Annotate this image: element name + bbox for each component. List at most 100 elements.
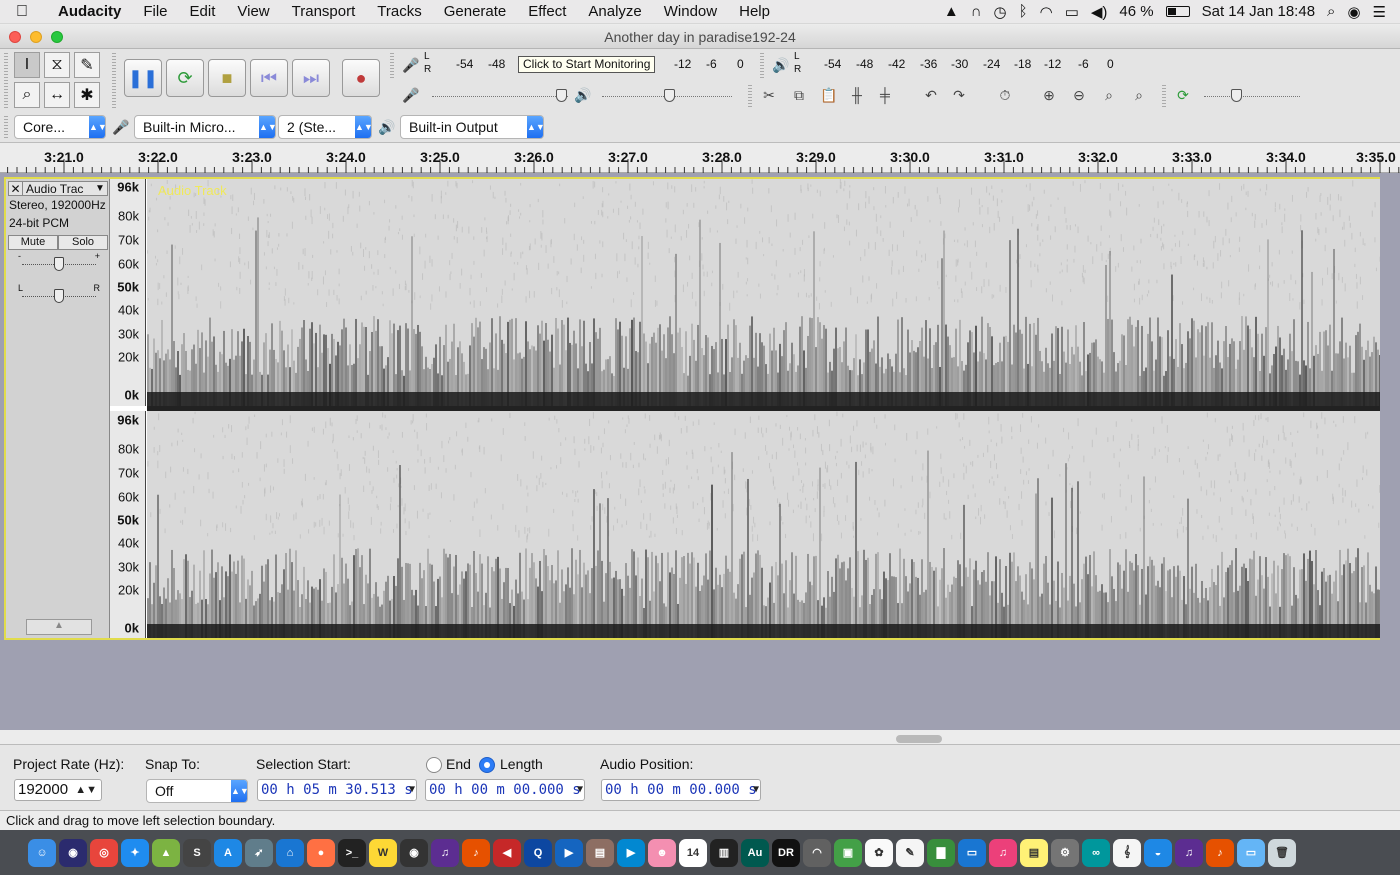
menu-generate[interactable]: Generate <box>433 3 518 20</box>
dock-ghost-icon[interactable]: ◠ <box>803 838 831 867</box>
menu-analyze[interactable]: Analyze <box>577 3 652 20</box>
window-zoom-button[interactable] <box>51 31 63 43</box>
playback-meter-grip[interactable] <box>760 53 764 79</box>
horizontal-scrollbar-thumb[interactable] <box>896 735 942 743</box>
record-button[interactable]: ● <box>342 59 380 97</box>
zoom-out-icon[interactable]: ⊖ <box>1066 83 1092 107</box>
track-close-icon[interactable]: ✕ <box>9 181 23 196</box>
menu-file[interactable]: File <box>132 3 178 20</box>
sync-lock-icon[interactable]: ⏱ <box>992 83 1018 107</box>
app-menu[interactable]: Audacity <box>44 3 132 20</box>
dock-keynote-icon[interactable]: ▭ <box>958 838 986 867</box>
play-at-speed-icon[interactable]: ⟳ <box>1170 83 1196 107</box>
time-machine-icon[interactable]: ◷ <box>993 3 1006 21</box>
envelope-tool-icon[interactable]: ⧖ <box>44 52 70 78</box>
paste-icon[interactable]: 📋 <box>816 83 842 107</box>
end-label[interactable]: End <box>446 756 471 772</box>
record-meter-grip[interactable] <box>390 53 394 79</box>
dock-face-icon[interactable]: ☻ <box>648 838 676 867</box>
dock-piano-icon[interactable]: ▥ <box>710 838 738 867</box>
length-label[interactable]: Length <box>500 756 543 772</box>
selection-length-time[interactable]: 00 h 00 m 00.000 s ▼ <box>425 779 585 801</box>
menu-window[interactable]: Window <box>653 3 728 20</box>
time-shift-tool-icon[interactable]: ↔ <box>44 82 70 108</box>
dock-notes-app-icon[interactable]: W <box>369 838 397 867</box>
track-name-bar[interactable]: ✕ Audio Trac ▼ <box>8 181 108 196</box>
volume-icon[interactable]: ◀) <box>1091 3 1108 21</box>
track-collapse-button[interactable]: ▲ <box>26 619 92 635</box>
dock-sys-prefs-icon[interactable]: ⚙ <box>1051 838 1079 867</box>
battery-icon[interactable] <box>1165 6 1190 17</box>
dock-audacity-icon[interactable]: ♪ <box>462 838 490 867</box>
input-volume-thumb[interactable] <box>556 89 567 102</box>
dock-musescore-icon[interactable]: 𝄞 <box>1113 838 1141 867</box>
project-rate-combo[interactable]: 192000 ▲▼ <box>14 779 102 801</box>
dock-photos-icon[interactable]: ✿ <box>865 838 893 867</box>
tools-toolbar-grip[interactable] <box>4 53 8 109</box>
status-alert-icon[interactable]: ▲ <box>944 3 959 20</box>
window-minimize-button[interactable] <box>30 31 42 43</box>
stop-button[interactable]: ■ <box>208 59 246 97</box>
airplay-icon[interactable]: ▭ <box>1065 3 1079 21</box>
dock-itunes-icon[interactable]: ♫ <box>989 838 1017 867</box>
microphone-icon[interactable]: 🎤 <box>398 53 424 77</box>
trim-audio-icon[interactable]: ╫ <box>844 83 870 107</box>
end-radio[interactable] <box>426 757 442 773</box>
dock-launchpad-icon[interactable]: ➶ <box>245 838 273 867</box>
dock-arrow-app-icon[interactable]: ◀ <box>493 838 521 867</box>
status-app-icon[interactable]: ∩ <box>971 3 982 20</box>
audio-host-select[interactable]: Core... ▲▼ <box>14 115 107 139</box>
spotlight-search-icon[interactable]: ⌕ <box>1327 3 1335 20</box>
gain-thumb[interactable] <box>54 257 64 271</box>
dock-scripts-icon[interactable]: ✎ <box>896 838 924 867</box>
menu-tracks[interactable]: Tracks <box>366 3 432 20</box>
solo-button[interactable]: Solo <box>58 235 108 250</box>
dock-headphones-2-icon[interactable]: ♫ <box>1175 838 1203 867</box>
mute-button[interactable]: Mute <box>8 235 58 250</box>
dock-media-icon[interactable]: ▶ <box>617 838 645 867</box>
dock-siri-icon[interactable]: ◉ <box>59 838 87 867</box>
playback-device-select[interactable]: Built-in Output ▲▼ <box>400 115 545 139</box>
skip-to-end-button[interactable]: ⏭ <box>292 59 330 97</box>
wifi-icon[interactable]: ◠ <box>1040 3 1053 21</box>
play-button[interactable]: ⟳ <box>166 59 204 97</box>
play-speed-thumb[interactable] <box>1231 89 1242 102</box>
dock-app-store-icon[interactable]: A <box>214 838 242 867</box>
menu-help[interactable]: Help <box>728 3 781 20</box>
apple-menu-icon[interactable]:  <box>0 3 44 21</box>
pause-button[interactable]: ❚❚ <box>124 59 162 97</box>
fit-project-icon[interactable]: ⌕ <box>1126 83 1152 107</box>
input-volume-slider[interactable] <box>428 85 572 107</box>
format-chevron-down-icon[interactable]: ▼ <box>577 780 583 800</box>
track-menu-chevron-down-icon[interactable]: ▼ <box>93 183 107 194</box>
playback-meter[interactable]: -54 -48 -42 -36 -30 -24 -18 -12 -6 0 <box>804 53 1120 75</box>
dock-trash-icon[interactable]: 🗑 <box>1268 838 1296 867</box>
pan-thumb[interactable] <box>54 289 64 303</box>
dock-home-icon[interactable]: ⌂ <box>276 838 304 867</box>
siri-icon[interactable]: ◉ <box>1347 3 1360 21</box>
play-speed-slider[interactable] <box>1200 85 1304 107</box>
window-close-button[interactable] <box>9 31 21 43</box>
notification-center-icon[interactable]: ☰ <box>1373 3 1386 21</box>
track-panel[interactable]: ✕ Audio Trac ▼ Stereo, 192000Hz 24-bit P… <box>0 173 1400 730</box>
draw-tool-icon[interactable]: ✎ <box>74 52 100 78</box>
menu-effect[interactable]: Effect <box>517 3 577 20</box>
snap-to-select[interactable]: Off ▲▼ <box>146 779 249 803</box>
transport-toolbar-grip[interactable] <box>112 53 116 109</box>
dock-sync-icon[interactable]: ◒ <box>1144 838 1172 867</box>
dock-android-studio-icon[interactable]: ▲ <box>152 838 180 867</box>
selection-tool-icon[interactable]: I <box>14 52 40 78</box>
bluetooth-icon[interactable]: ᛒ <box>1019 3 1028 20</box>
dock-dynamic-range-icon[interactable]: DR <box>772 838 800 867</box>
undo-icon[interactable]: ↶ <box>918 83 944 107</box>
dock-player-icon[interactable]: ▶ <box>555 838 583 867</box>
gain-slider[interactable]: - + <box>18 251 100 275</box>
stepper-icon[interactable]: ▲▼ <box>75 780 97 800</box>
dock-audacity-2-icon[interactable]: ♪ <box>1206 838 1234 867</box>
length-radio[interactable] <box>479 757 495 773</box>
track-name[interactable]: Audio Trac <box>23 182 93 196</box>
zoom-in-icon[interactable]: ⊕ <box>1036 83 1062 107</box>
spectrogram-right-channel[interactable] <box>147 411 1380 638</box>
audio-track[interactable]: ✕ Audio Trac ▼ Stereo, 192000Hz 24-bit P… <box>4 177 1380 640</box>
menu-transport[interactable]: Transport <box>281 3 367 20</box>
